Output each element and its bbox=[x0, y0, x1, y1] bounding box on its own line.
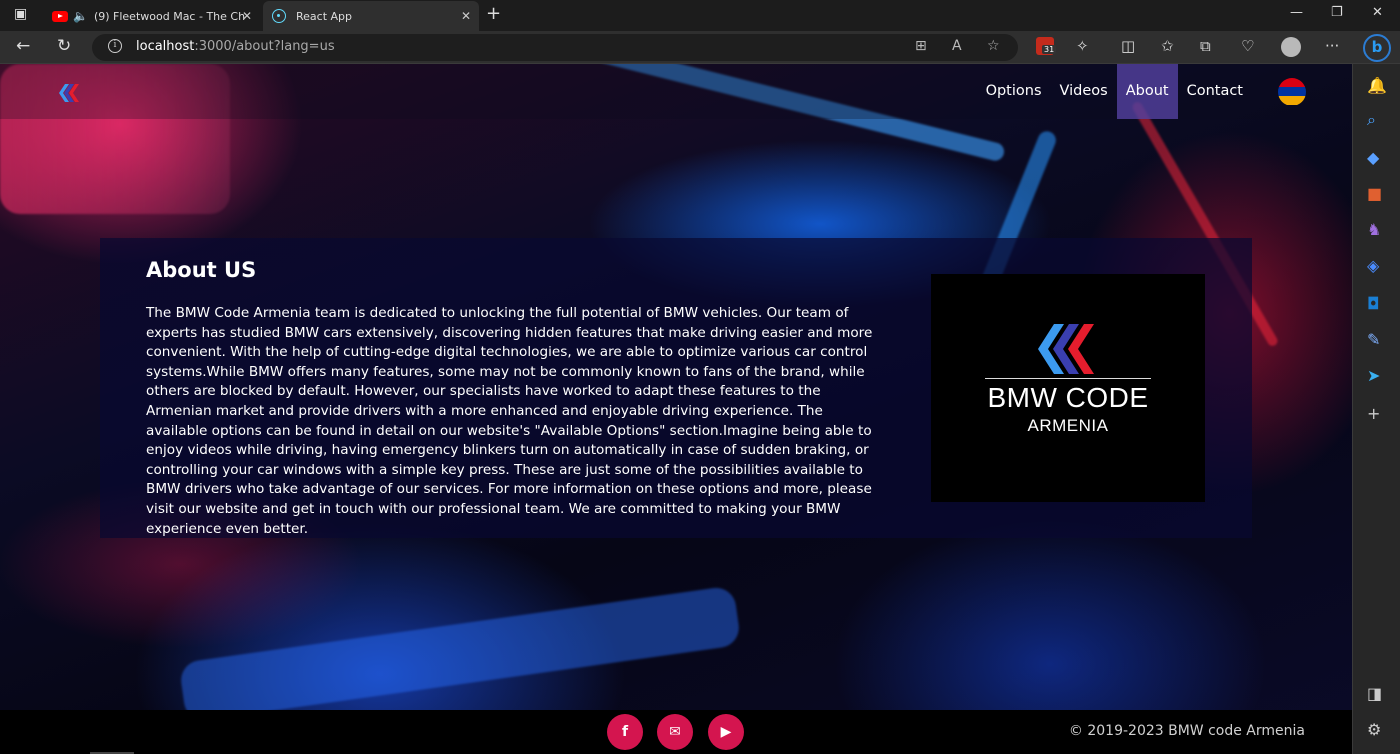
profile-avatar[interactable] bbox=[1281, 37, 1301, 57]
maximize-icon[interactable]: ❐ bbox=[1331, 5, 1343, 20]
nav-link-options[interactable]: Options bbox=[977, 64, 1051, 119]
shopping-tag-icon[interactable]: ◆ bbox=[1367, 148, 1379, 167]
copyright-text: © 2019-2023 BMW code Armenia bbox=[1068, 723, 1305, 739]
favorites-icon[interactable]: ✩ bbox=[1161, 37, 1174, 55]
read-aloud-icon[interactable]: A bbox=[952, 38, 962, 54]
about-description: The BMW Code Armenia team is dedicated t… bbox=[146, 305, 873, 537]
refresh-icon[interactable]: ↻ bbox=[57, 36, 71, 56]
brand-logo-image: BMW CODE ARMENIA bbox=[931, 274, 1205, 502]
copilot-icon[interactable]: ◈ bbox=[1367, 256, 1379, 275]
brand-chevrons-icon bbox=[1038, 324, 1094, 374]
site-logo-icon[interactable] bbox=[57, 84, 81, 102]
tab-title: React App bbox=[296, 9, 353, 23]
site-header: Options Videos About Contact bbox=[0, 64, 1352, 119]
extension-calendar-icon[interactable]: 31 bbox=[1036, 37, 1057, 55]
favorite-star-icon[interactable]: ☆ bbox=[987, 38, 1000, 54]
telegram-send-icon[interactable]: ➤ bbox=[1367, 366, 1380, 385]
browser-tab-youtube[interactable]: 🔈 (9) Fleetwood Mac - The Ch ✕ bbox=[42, 1, 260, 31]
minimize-icon[interactable]: — bbox=[1290, 5, 1303, 20]
language-flag-icon[interactable] bbox=[1278, 77, 1306, 106]
url-text[interactable]: localhost:3000/about?lang=us bbox=[136, 39, 335, 54]
site-info-icon[interactable]: i bbox=[108, 39, 122, 53]
edge-sidebar: 🔔 ⌕ ◆ ■ ♞ ◈ ◘ ✎ ➤ + ◨ ⚙ bbox=[1352, 64, 1400, 754]
bell-icon[interactable]: 🔔 bbox=[1367, 76, 1387, 95]
nav-link-about[interactable]: About bbox=[1116, 64, 1178, 119]
close-window-icon[interactable]: ✕ bbox=[1372, 5, 1383, 20]
bing-copilot-icon[interactable]: b bbox=[1363, 34, 1391, 62]
tab-actions-icon[interactable]: ▣ bbox=[14, 6, 27, 22]
browser-tab-react-app[interactable]: React App ✕ bbox=[263, 1, 479, 31]
speaker-icon[interactable]: 🔈 bbox=[73, 9, 88, 23]
react-favicon-icon bbox=[272, 9, 286, 23]
games-icon[interactable]: ♞ bbox=[1367, 220, 1381, 239]
outlook-icon[interactable]: ◘ bbox=[1367, 294, 1380, 313]
about-section: About US The BMW Code Armenia team is de… bbox=[100, 238, 1252, 538]
new-tab-button[interactable]: + bbox=[486, 3, 501, 24]
facebook-icon[interactable]: f bbox=[607, 714, 643, 750]
split-screen-icon[interactable]: ◫ bbox=[1121, 37, 1135, 55]
site-nav: Options Videos About Contact bbox=[977, 64, 1338, 119]
nav-link-contact[interactable]: Contact bbox=[1178, 64, 1252, 119]
mail-icon[interactable]: ✉ bbox=[657, 714, 693, 750]
youtube-favicon-icon bbox=[52, 10, 68, 22]
tab-title: (9) Fleetwood Mac - The Ch bbox=[93, 9, 246, 23]
brand-subtitle: ARMENIA bbox=[1027, 416, 1109, 435]
add-sidebar-app-icon[interactable]: + bbox=[1367, 404, 1380, 423]
more-menu-icon[interactable]: ··· bbox=[1325, 37, 1339, 55]
collections-icon[interactable]: ⧉ bbox=[1200, 37, 1211, 55]
performance-heart-icon[interactable]: ♡ bbox=[1241, 37, 1254, 55]
youtube-icon[interactable]: ▶ bbox=[708, 714, 744, 750]
tools-icon[interactable]: ■ bbox=[1367, 184, 1382, 203]
browser-toolbar: ← ↻ i localhost:3000/about?lang=us ⊞ A ☆… bbox=[0, 31, 1400, 64]
background-glow bbox=[178, 585, 742, 723]
nav-link-videos[interactable]: Videos bbox=[1051, 64, 1117, 119]
app-available-icon[interactable]: ⊞ bbox=[915, 38, 927, 54]
search-icon[interactable]: ⌕ bbox=[1367, 110, 1376, 130]
back-icon[interactable]: ← bbox=[16, 36, 30, 56]
close-tab-icon[interactable]: ✕ bbox=[461, 9, 471, 23]
brand-name: BMW CODE bbox=[987, 382, 1149, 413]
browser-tab-bar: ▣ 🔈 (9) Fleetwood Mac - The Ch ✕ React A… bbox=[0, 0, 1400, 31]
sidebar-settings-gear-icon[interactable]: ⚙ bbox=[1367, 720, 1381, 739]
hide-sidebar-icon[interactable]: ◨ bbox=[1367, 684, 1382, 703]
designer-icon[interactable]: ✎ bbox=[1367, 330, 1380, 349]
page-viewport: Options Videos About Contact About US Th… bbox=[0, 64, 1352, 754]
address-bar[interactable]: i localhost:3000/about?lang=us ⊞ A ☆ bbox=[92, 34, 1018, 61]
site-footer: f ✉ ▶ © 2019-2023 BMW code Armenia bbox=[0, 710, 1352, 754]
extensions-puzzle-icon[interactable]: ✧ bbox=[1076, 37, 1089, 55]
close-tab-icon[interactable]: ✕ bbox=[242, 9, 252, 23]
brand-divider bbox=[985, 378, 1151, 379]
about-title: About US bbox=[146, 258, 257, 282]
